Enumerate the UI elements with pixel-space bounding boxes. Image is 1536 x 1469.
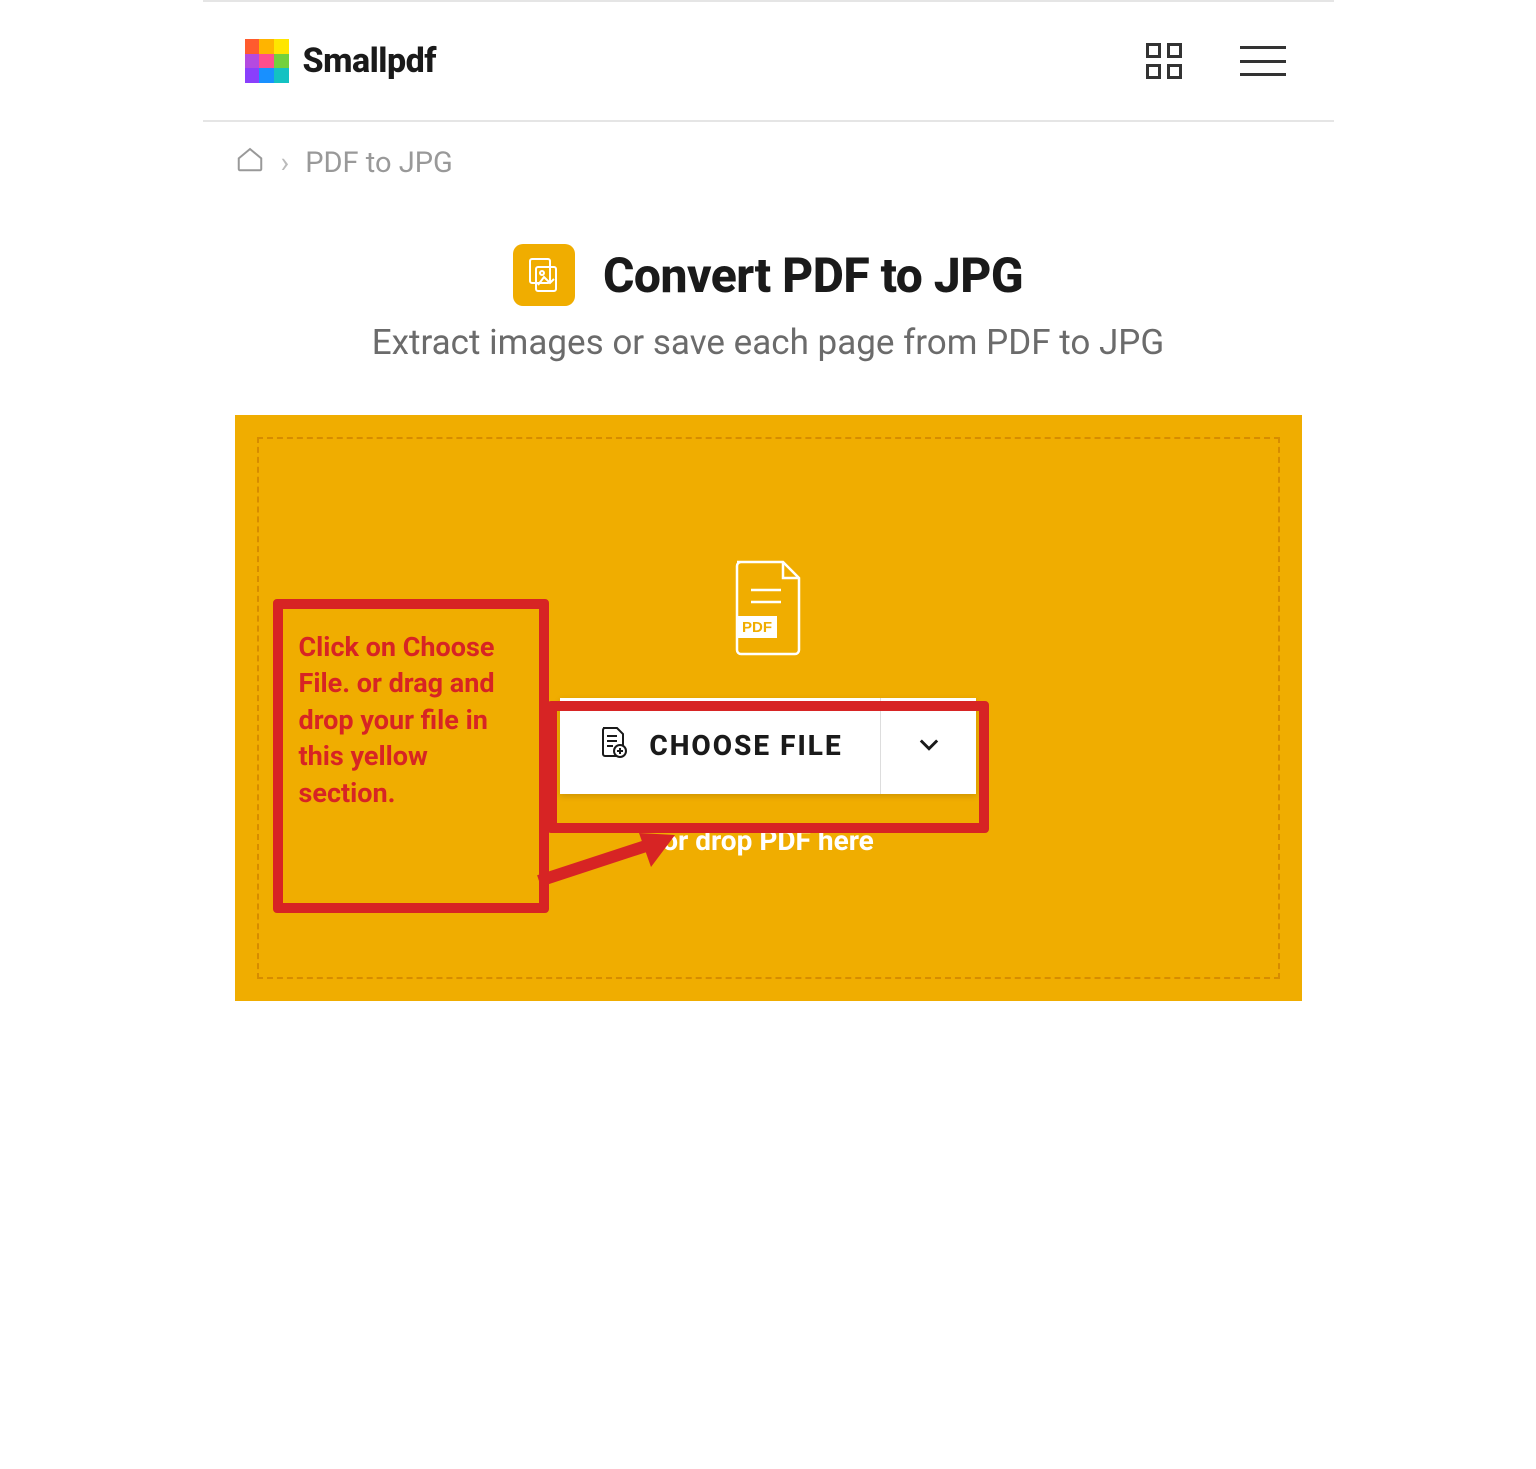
smallpdf-logo-icon (245, 39, 289, 83)
pdf-to-jpg-icon (513, 244, 575, 306)
topbar: Smallpdf (203, 2, 1334, 120)
svg-text:PDF: PDF (742, 619, 772, 636)
dropzone[interactable]: PDF (235, 415, 1302, 1001)
hero: Convert PDF to JPG Extract images or sav… (203, 244, 1334, 363)
apps-grid-icon[interactable] (1146, 43, 1182, 79)
breadcrumb: › PDF to JPG (203, 122, 1334, 204)
home-icon[interactable] (235, 144, 265, 182)
brand-name: Smallpdf (303, 41, 436, 81)
pdf-file-icon: PDF (731, 560, 805, 660)
breadcrumb-separator: › (281, 146, 290, 180)
choose-file-button[interactable]: CHOOSE FILE (560, 698, 880, 794)
choose-file-label: CHOOSE FILE (649, 729, 842, 762)
page-subtitle: Extract images or save each page from PD… (203, 322, 1334, 363)
breadcrumb-current: PDF to JPG (305, 146, 453, 180)
brand-logo[interactable]: Smallpdf (245, 39, 436, 83)
annotation-arrow-icon (535, 831, 675, 891)
menu-icon[interactable] (1240, 46, 1286, 76)
annotation-callout: Click on Choose File. or drag and drop y… (273, 599, 549, 913)
document-add-icon (597, 725, 631, 766)
page-title: Convert PDF to JPG (603, 247, 1023, 304)
chevron-down-icon (915, 730, 943, 762)
choose-file-dropdown[interactable] (880, 698, 976, 794)
drop-hint: or drop PDF here (662, 824, 874, 857)
annotation-text: Click on Choose File. or drag and drop y… (299, 631, 495, 809)
